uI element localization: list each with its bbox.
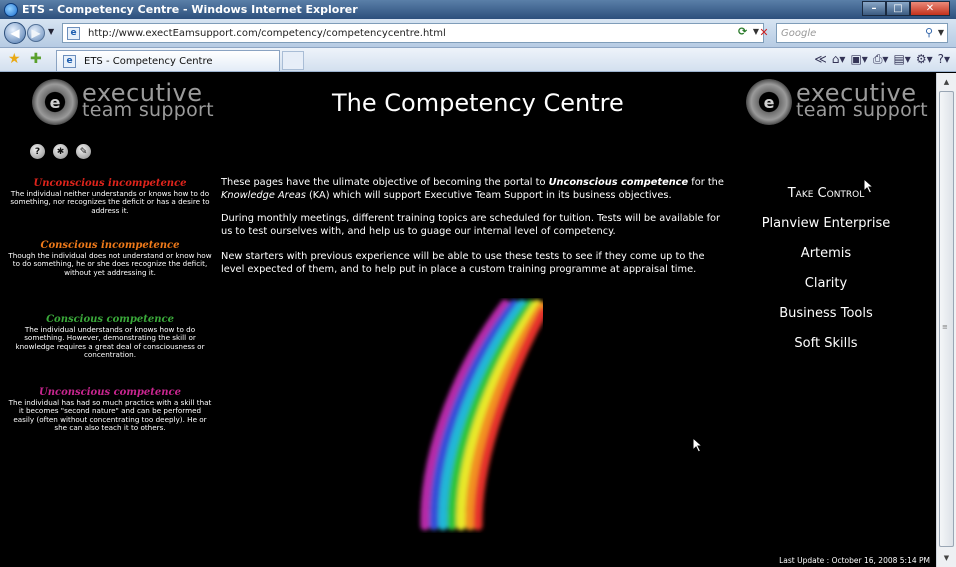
rainbow-image <box>420 299 543 531</box>
gear-logo-icon: e <box>746 79 792 125</box>
stage-conscious-incompetence: Conscious incompetence Though the indivi… <box>8 240 212 277</box>
address-toolbar: ◀ ▶ ▼ e http://www.exectEamsupport.com/c… <box>0 19 956 48</box>
refresh-icon[interactable]: ⟳ <box>738 25 747 38</box>
mouse-cursor-icon <box>692 437 704 453</box>
stage-text: The individual has had so much practice … <box>8 398 212 433</box>
intro-text: for the <box>688 177 724 188</box>
logo-text: executive team support <box>796 81 928 121</box>
settings-icon[interactable]: ✱ <box>53 144 68 159</box>
search-input[interactable]: Google ⚲ ▼ <box>776 23 948 43</box>
stage-unconscious-competence: Unconscious competence The individual ha… <box>8 387 212 433</box>
ets-logo-left[interactable]: e executive team support <box>32 79 214 125</box>
forward-button[interactable]: ▶ <box>27 24 45 42</box>
stage-text: Though the individual does not understan… <box>8 251 212 277</box>
nav-take-control[interactable]: Take Control <box>748 179 904 209</box>
ie-icon <box>4 2 18 17</box>
logo-line2: team support <box>796 99 928 121</box>
maximize-button[interactable]: □ <box>886 1 910 16</box>
intro-italic: Knowledge Areas <box>221 189 306 201</box>
tools-gear-icon[interactable]: ⚙▾ <box>916 52 933 67</box>
scroll-grip-icon: ≡ <box>942 323 948 331</box>
help-icons: ? ✱ ✎ <box>30 144 91 159</box>
ets-logo-right[interactable]: e executive team support <box>746 79 928 125</box>
window-titlebar: ETS - Competency Centre - Windows Intern… <box>0 0 956 19</box>
search-placeholder: Google <box>781 27 817 39</box>
gear-logo-icon: e <box>32 79 78 125</box>
logo-text: executive team support <box>82 81 214 121</box>
url-field[interactable]: e http://www.exectEamsupport.com/compete… <box>62 23 764 43</box>
help-circle-icon[interactable]: ?▾ <box>938 52 950 67</box>
print-icon[interactable]: ⎙▾ <box>873 52 889 67</box>
vertical-scrollbar[interactable]: ▲ ≡ ▼ <box>936 73 956 567</box>
stage-text: The individual understands or knows how … <box>15 325 205 360</box>
nav-business-tools[interactable]: Business Tools <box>748 299 904 329</box>
intro-text: (KA) which will support Executive Team S… <box>305 189 672 201</box>
tab-toolbar: ★ ✚ e ETS - Competency Centre ≪ ⌂▾ ▣▾ ⎙▾… <box>0 48 956 72</box>
favorites-star-icon[interactable]: ★ <box>8 51 21 67</box>
scrollbar-thumb[interactable] <box>939 91 954 547</box>
search-dropdown-icon[interactable]: ▼ <box>938 28 944 37</box>
nav-planview-enterprise[interactable]: Planview Enterprise <box>748 209 904 239</box>
edit-icon[interactable]: ✎ <box>76 144 91 159</box>
minimize-button[interactable]: – <box>862 1 886 16</box>
page-menu-icon[interactable]: ▤▾ <box>893 52 910 67</box>
add-favorite-icon[interactable]: ✚ <box>30 51 42 67</box>
intro-text: These pages have the ulimate objective o… <box>221 177 549 188</box>
topic-nav: Take Control Planview Enterprise Artemis… <box>748 179 904 359</box>
intro-paragraph-1: These pages have the ulimate objective o… <box>221 177 727 202</box>
scroll-down-arrow-icon[interactable]: ▼ <box>939 551 954 565</box>
scroll-up-arrow-icon[interactable]: ▲ <box>939 75 954 89</box>
window-title: ETS - Competency Centre - Windows Intern… <box>22 3 358 16</box>
mouse-cursor-icon <box>863 178 875 194</box>
tab-ets-competency-centre[interactable]: e ETS - Competency Centre <box>56 50 280 71</box>
tab-label: ETS - Competency Centre <box>84 55 213 67</box>
feeds-icon[interactable]: ▣▾ <box>850 52 867 67</box>
command-bar: ≪ ⌂▾ ▣▾ ⎙▾ ▤▾ ⚙▾ ?▾ <box>814 52 950 67</box>
page-title: The Competency Centre <box>332 89 624 117</box>
stage-text: The individual neither understands or kn… <box>10 189 210 215</box>
window-controls: – □ ✕ <box>862 1 950 16</box>
tab-list-icon[interactable]: ≪ <box>814 52 827 67</box>
page-icon: e <box>67 26 80 40</box>
search-icon[interactable]: ⚲ <box>925 26 933 39</box>
home-icon[interactable]: ⌂▾ <box>832 52 846 67</box>
close-button[interactable]: ✕ <box>910 1 950 16</box>
help-icon[interactable]: ? <box>30 144 45 159</box>
stage-unconscious-incompetence: Unconscious incompetence The individual … <box>8 178 212 215</box>
last-update-text: Last Update : October 16, 2008 5:14 PM <box>779 556 930 565</box>
nav-soft-skills[interactable]: Soft Skills <box>748 329 904 359</box>
intro-emphasis: Unconscious competence <box>548 177 689 188</box>
logo-line2: team support <box>82 99 214 121</box>
stop-icon[interactable]: ✕ <box>757 25 771 39</box>
url-text: http://www.exectEamsupport.com/competenc… <box>88 27 446 39</box>
stage-conscious-competence: Conscious competence The individual unde… <box>8 314 212 360</box>
nav-clarity[interactable]: Clarity <box>748 269 904 299</box>
intro-paragraph-2: During monthly meetings, different train… <box>221 213 721 237</box>
back-button[interactable]: ◀ <box>4 22 26 44</box>
page-content: e executive team support The Competency … <box>8 73 936 567</box>
recent-pages-dropdown[interactable]: ▼ <box>48 27 54 36</box>
nav-artemis[interactable]: Artemis <box>748 239 904 269</box>
intro-paragraph-3: New starters with previous experience wi… <box>221 251 705 275</box>
new-tab-button[interactable] <box>282 51 304 70</box>
page-icon: e <box>63 54 76 68</box>
